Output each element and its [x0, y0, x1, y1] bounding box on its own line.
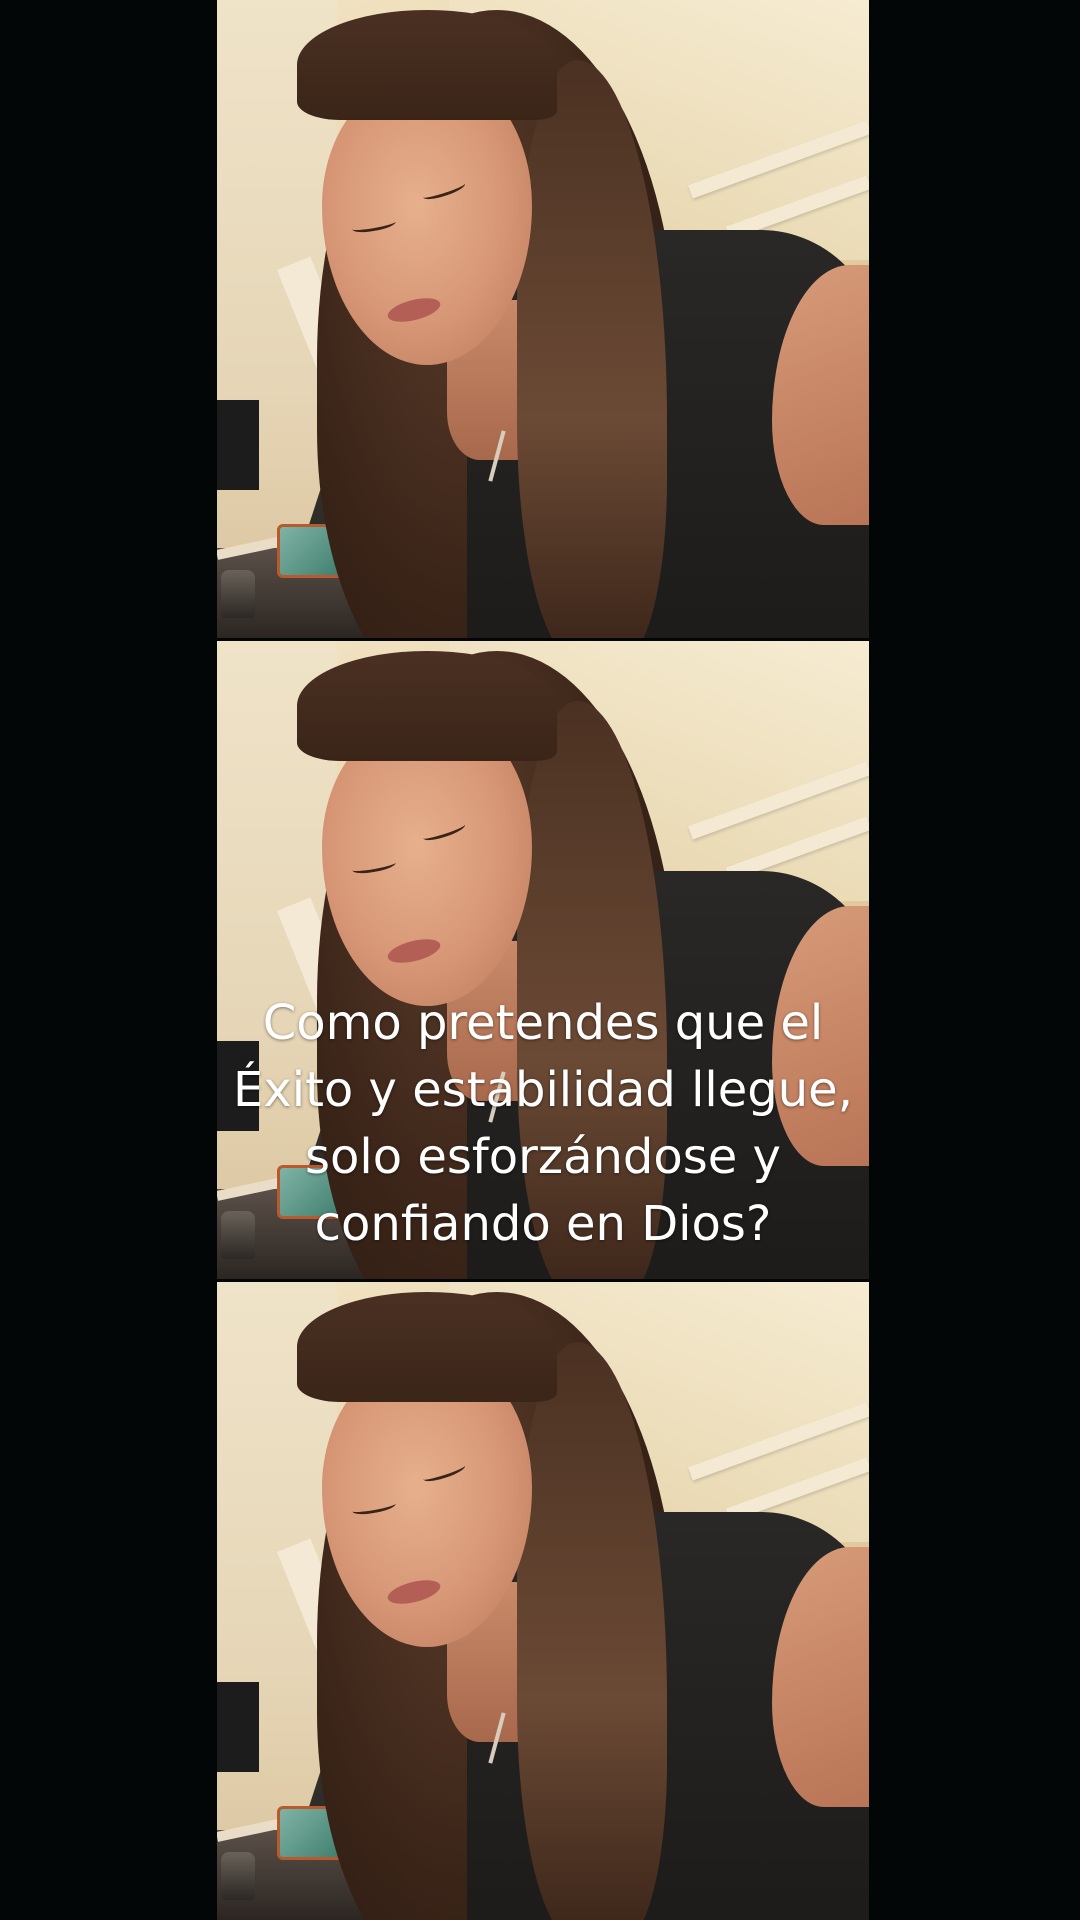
hair-front	[297, 651, 557, 761]
video-stage[interactable]: Como pretendes que el Éxito y estabilida…	[0, 0, 1080, 1920]
kettle	[221, 570, 255, 618]
caption-line: solo esforzándose y	[305, 1129, 781, 1185]
hair-front	[297, 1292, 557, 1402]
video-frame-top	[217, 0, 869, 638]
caption-line: Éxito y estabilidad llegue,	[233, 1062, 853, 1118]
kettle	[221, 1852, 255, 1900]
tv-screen	[217, 400, 259, 490]
video-caption: Como pretendes que el Éxito y estabilida…	[217, 990, 869, 1258]
tv-screen	[217, 1682, 259, 1772]
caption-line: Como pretendes que el	[262, 995, 824, 1051]
video-frame-bottom	[217, 1282, 869, 1920]
hair-front	[297, 10, 557, 120]
caption-line: confiando en Dios?	[314, 1196, 772, 1252]
